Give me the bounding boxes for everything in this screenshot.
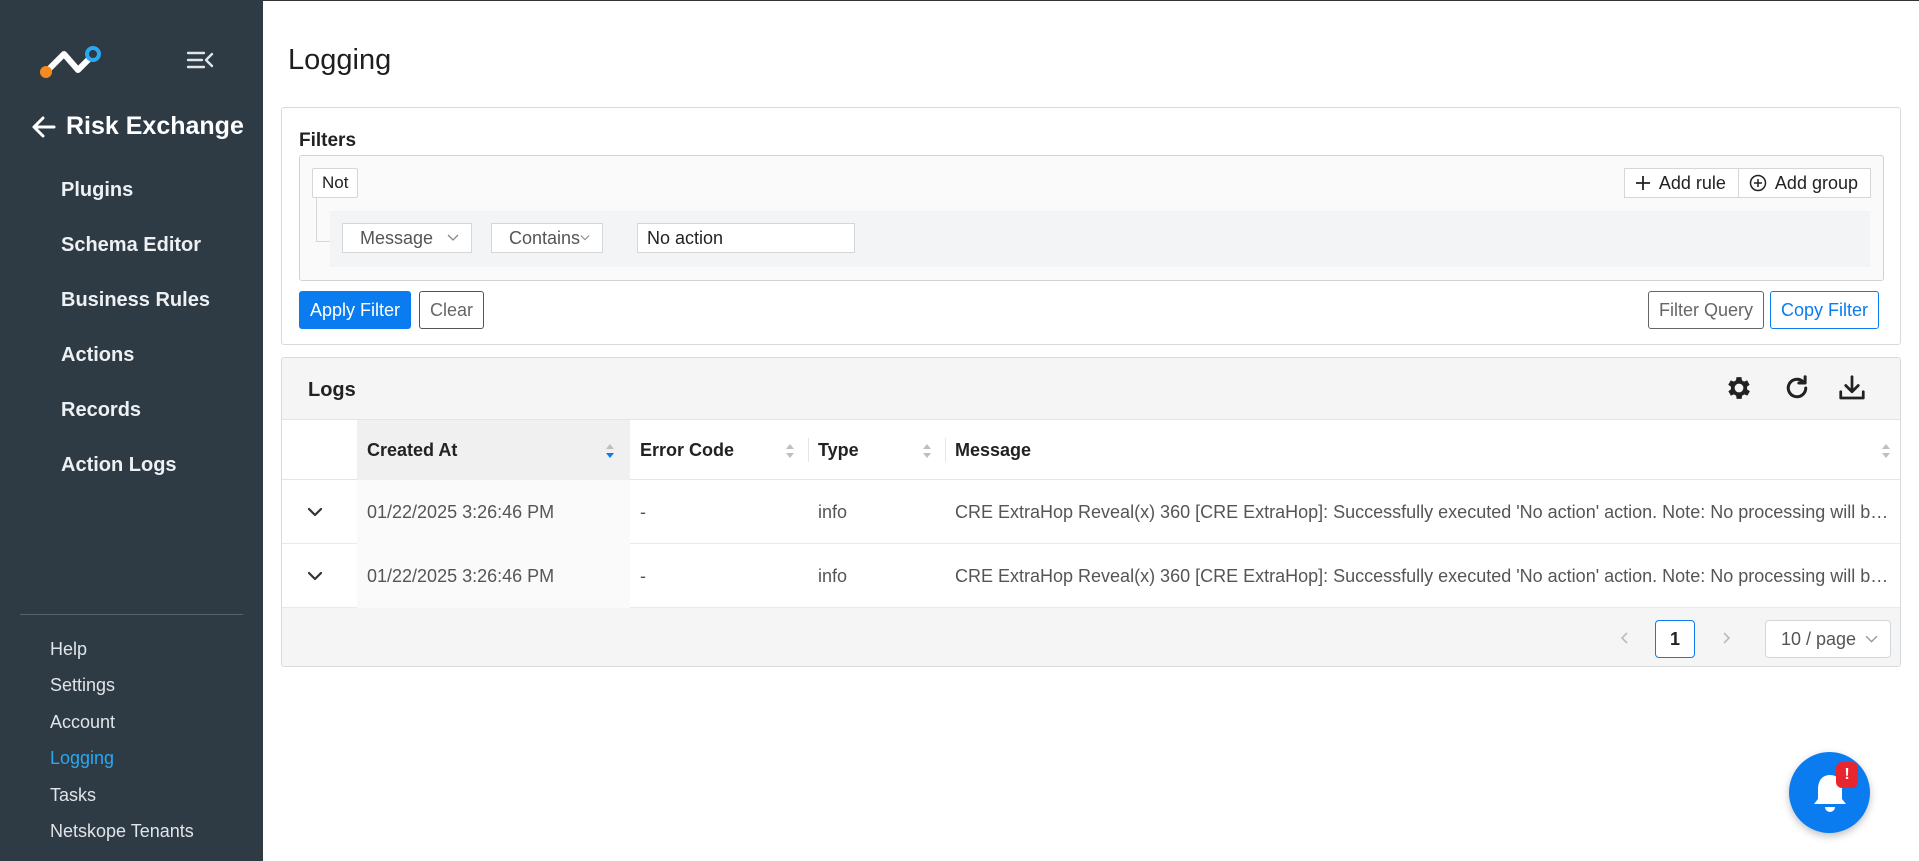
sidebar: Risk Exchange Plugins Schema Editor Busi… (0, 0, 263, 861)
column-error-code[interactable]: Error Code (630, 420, 808, 480)
operator-select-value: Contains (509, 227, 581, 248)
plus-circle-icon (1749, 174, 1767, 192)
sidebar-item-settings[interactable]: Settings (0, 668, 263, 704)
clear-button[interactable]: Clear (419, 291, 485, 329)
cell-error-code: - (640, 502, 646, 522)
notifications-button[interactable]: ! (1789, 752, 1870, 833)
chevron-down-icon (447, 234, 459, 241)
sidebar-item-help[interactable]: Help (0, 632, 263, 668)
sidebar-item-plugins[interactable]: Plugins (0, 168, 263, 223)
cell-message: CRE ExtraHop Reveal(x) 360 [CRE ExtraHop… (955, 566, 1895, 586)
arrow-left-icon (32, 116, 56, 137)
sidebar-bottom-nav: Help Settings Account Logging Tasks Nets… (0, 632, 263, 850)
chevron-down-icon[interactable] (305, 566, 325, 586)
sidebar-divider (20, 614, 243, 615)
column-created-at-label: Created At (367, 440, 458, 460)
sort-icon[interactable] (1881, 442, 1891, 460)
field-select-value: Message (360, 227, 434, 248)
sidebar-title: Risk Exchange (66, 112, 244, 140)
cell-created-at: 01/22/2025 3:26:46 PM (357, 480, 630, 544)
sidebar-item-schema-editor[interactable]: Schema Editor (0, 223, 263, 278)
plus-icon (1635, 176, 1650, 190)
top-border (263, 0, 1919, 1)
chevron-right-icon[interactable] (1719, 630, 1733, 646)
sort-icon[interactable] (785, 442, 795, 460)
page-size-value: 10 / page (1781, 628, 1857, 649)
logs-header: Logs (282, 358, 1900, 420)
filter-query-button[interactable]: Filter Query (1648, 291, 1765, 329)
add-group-button[interactable]: Add group (1738, 168, 1871, 198)
column-type-label: Type (818, 440, 859, 460)
column-message-label: Message (955, 440, 1032, 460)
column-message[interactable]: Message (945, 420, 1900, 480)
page-title: Logging (288, 44, 392, 76)
sidebar-item-business-rules[interactable]: Business Rules (0, 278, 263, 333)
notification-badge: ! (1836, 762, 1858, 788)
sidebar-item-actions[interactable]: Actions (0, 333, 263, 388)
filters-panel: Filters Not Add rule Add group Message C… (281, 107, 1901, 345)
page-size-select[interactable]: 10 / page (1765, 620, 1891, 658)
cell-type: info (818, 566, 848, 586)
operator-select[interactable]: Contains (491, 223, 603, 253)
refresh-icon[interactable] (1782, 373, 1812, 403)
column-type[interactable]: Type (808, 420, 945, 480)
pagination: 1 10 / page (282, 608, 1900, 666)
sidebar-item-logging[interactable]: Logging (0, 741, 263, 777)
tree-connector (316, 198, 330, 242)
gear-icon[interactable] (1724, 373, 1754, 403)
add-rule-button[interactable]: Add rule (1623, 168, 1739, 198)
table-row: 01/22/2025 3:26:46 PM - info CRE ExtraHo… (282, 544, 1900, 608)
sidebar-item-records[interactable]: Records (0, 388, 263, 443)
logs-panel: Logs Created At Error Code Type Message … (281, 357, 1901, 667)
sidebar-item-tasks[interactable]: Tasks (0, 778, 263, 814)
chevron-down-icon (580, 235, 590, 241)
filter-rule: Message Contains (330, 211, 1870, 267)
cell-created-at: 01/22/2025 3:26:46 PM (357, 544, 630, 608)
column-created-at[interactable]: Created At (357, 420, 630, 480)
sort-icon[interactable] (922, 442, 932, 460)
query-builder: Not Add rule Add group Message Contains (299, 155, 1884, 281)
table-header: Created At Error Code Type Message (282, 420, 1900, 480)
cell-type: info (818, 502, 848, 522)
chevron-down-icon (1865, 635, 1878, 643)
menu-collapse-icon[interactable] (186, 48, 214, 72)
table-row: 01/22/2025 3:26:46 PM - info CRE ExtraHo… (282, 480, 1900, 544)
chevron-left-icon[interactable] (1618, 630, 1632, 646)
value-input[interactable] (637, 223, 855, 253)
query-actions: Add rule Add group (1623, 168, 1871, 198)
back-to-risk-exchange[interactable]: Risk Exchange (30, 112, 244, 141)
sidebar-nav: Plugins Schema Editor Business Rules Act… (0, 168, 263, 498)
sidebar-item-action-logs[interactable]: Action Logs (0, 443, 263, 498)
field-select[interactable]: Message (342, 223, 472, 253)
sidebar-item-netskope-tenants[interactable]: Netskope Tenants (0, 814, 263, 850)
logs-title: Logs (308, 379, 356, 401)
sort-icon[interactable] (605, 442, 615, 460)
column-error-code-label: Error Code (640, 440, 735, 460)
logo-icon[interactable] (38, 44, 102, 80)
cell-message: CRE ExtraHop Reveal(x) 360 [CRE ExtraHop… (955, 502, 1895, 522)
not-toggle-button[interactable]: Not (312, 168, 359, 198)
filters-label: Filters (299, 130, 357, 151)
add-rule-label: Add rule (1658, 172, 1726, 193)
page-number-current[interactable]: 1 (1655, 620, 1695, 658)
apply-filter-button[interactable]: Apply Filter (299, 291, 412, 329)
copy-filter-button[interactable]: Copy Filter (1770, 291, 1880, 329)
add-group-label: Add group (1774, 172, 1858, 193)
chevron-down-icon[interactable] (305, 502, 325, 522)
cell-error-code: - (640, 566, 646, 586)
sidebar-item-account[interactable]: Account (0, 705, 263, 741)
download-icon[interactable] (1837, 373, 1867, 403)
